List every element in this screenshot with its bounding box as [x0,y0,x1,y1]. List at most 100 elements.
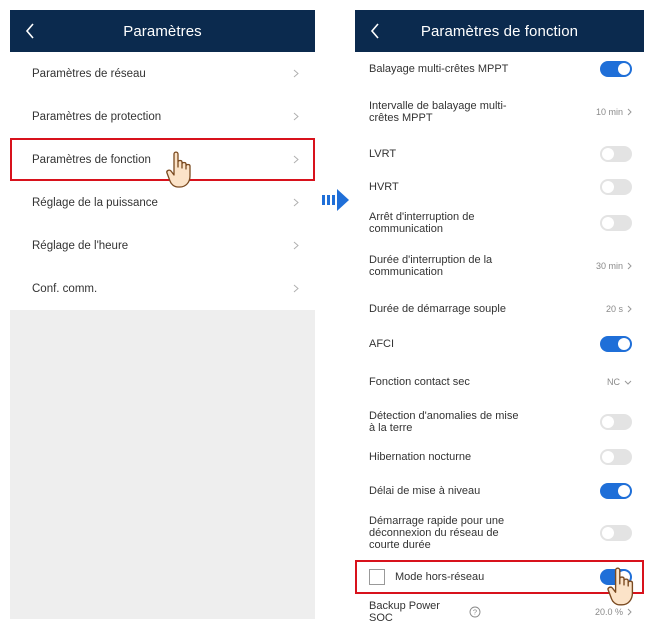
comm-duration-text: 30 min [595,261,623,271]
toggle-knob [602,181,614,193]
chevron-right-icon [291,198,301,208]
setting-row-ground-fault: Détection d'anomalies de mise à la terre [355,404,644,440]
upgrade-delay-toggle[interactable] [600,483,632,499]
menu-item-protection[interactable]: Paramètres de protection [10,95,315,138]
toggle-knob [618,485,630,497]
backup-soc-value[interactable]: 20.0 % [595,606,632,618]
dry-contact-text: NC [607,377,620,387]
back-button[interactable] [20,19,40,43]
right-arrow-icon [322,189,349,211]
menu-item-label: Paramètres de protection [32,110,162,123]
dry-contact-dropdown[interactable]: NC [607,376,632,388]
setting-row-upgrade-delay: Délai de mise à niveau [355,476,644,506]
menu-item-label: Réglage de l'heure [32,239,129,252]
mppt-scan-toggle[interactable] [600,61,632,77]
chevron-right-icon [627,108,632,116]
toggle-knob [618,571,630,583]
menu-item-label: Paramètres de fonction [32,153,151,166]
chevron-right-icon [291,284,301,294]
comm-duration-value[interactable]: 30 min [596,260,632,272]
off-grid-toggle[interactable] [600,569,632,585]
setting-row-afci: AFCI [355,330,644,358]
fast-restart-toggle[interactable] [600,525,632,541]
settings-titlebar: Paramètres [10,10,315,52]
setting-label: Durée de démarrage souple [369,303,506,315]
setting-label: LVRT [369,148,397,160]
setting-label: Backup Power SOC [369,600,440,624]
menu-item-time[interactable]: Réglage de l'heure [10,224,315,267]
back-button[interactable] [365,19,385,43]
chevron-right-icon [291,155,301,165]
toggle-knob [602,527,614,539]
afci-toggle[interactable] [600,336,632,352]
chevron-right-icon [291,112,301,122]
function-settings-screen: Paramètres de fonction Balayage multi-cr… [355,10,644,629]
setting-label: Durée d'interruption de la communication [369,254,493,278]
toggle-knob [618,338,630,350]
setting-row-night-hibernation: Hibernation nocturne [355,442,644,472]
menu-item-label: Conf. comm. [32,282,98,295]
svg-text:?: ? [473,608,477,617]
menu-item-power[interactable]: Réglage de la puissance [10,181,315,224]
chevron-left-icon [370,23,379,39]
chevron-right-icon [627,262,632,270]
scan-interval-text: 10 min [595,107,623,117]
setting-row-hvrt: HVRT [355,172,644,202]
page-title: Paramètres [123,22,202,40]
scan-interval-value[interactable]: 10 min [596,106,632,118]
night-hibernation-toggle[interactable] [600,449,632,465]
soft-start-value[interactable]: 20 s [606,303,632,315]
lvrt-toggle[interactable] [600,146,632,162]
setting-row-lvrt: LVRT [355,138,644,170]
toggle-knob [602,148,614,160]
setting-label: Détection d'anomalies de mise à la terre [369,410,519,434]
setting-row-comm-stop: Arrêt d'interruption de communication [355,206,644,240]
menu-item-function[interactable]: Paramètres de fonction [10,138,315,181]
menu-item-label: Réglage de la puissance [32,196,158,209]
comm-stop-toggle[interactable] [600,215,632,231]
backup-soc-text: 20.0 % [594,607,623,617]
off-grid-label-group: Mode hors-réseau [369,569,484,585]
toggle-knob [602,416,614,428]
settings-menu: Paramètres de réseau Paramètres de prote… [10,52,315,310]
setting-row-mppt-scan: Balayage multi-crêtes MPPT [355,54,644,84]
setting-row-scan-interval: Intervalle de balayage multi-crêtes MPPT… [355,88,644,136]
menu-item-comm[interactable]: Conf. comm. [10,267,315,310]
setting-row-comm-duration: Durée d'interruption de la communication… [355,242,644,290]
off-grid-checkbox[interactable] [369,569,385,585]
setting-row-backup-soc: Backup Power SOC ? 20.0 % [355,596,644,628]
setting-row-off-grid: Mode hors-réseau [355,560,644,594]
menu-item-network[interactable]: Paramètres de réseau [10,52,315,95]
question-circle-icon[interactable]: ? [469,606,481,618]
setting-label: Fonction contact sec [369,376,470,388]
soft-start-text: 20 s [605,304,623,314]
function-titlebar: Paramètres de fonction [355,10,644,52]
setting-row-dry-contact: Fonction contact sec NC [355,364,644,400]
setting-label: Délai de mise à niveau [369,485,481,497]
setting-label: Démarrage rapide pour une déconnexion du… [369,515,505,551]
menu-item-label: Paramètres de réseau [32,67,146,80]
setting-label: Intervalle de balayage multi-crêtes MPPT [369,100,507,124]
toggle-knob [602,217,614,229]
chevron-left-icon [25,23,34,39]
empty-area [10,310,315,619]
chevron-right-icon [627,305,632,313]
setting-label: Balayage multi-crêtes MPPT [369,63,509,75]
setting-label: HVRT [369,181,399,193]
setting-label: Hibernation nocturne [369,451,472,463]
page-title: Paramètres de fonction [420,22,579,40]
setting-label: AFCI [369,338,395,350]
setting-label: Mode hors-réseau [395,571,485,583]
toggle-knob [602,451,614,463]
setting-row-fast-restart: Démarrage rapide pour une déconnexion du… [355,508,644,558]
setting-row-soft-start: Durée de démarrage souple 20 s [355,292,644,326]
chevron-down-icon [624,380,632,385]
chevron-right-icon [291,241,301,251]
settings-screen: Paramètres Paramètres de réseau Paramètr… [10,10,315,619]
ground-fault-toggle[interactable] [600,414,632,430]
chevron-right-icon [627,608,632,616]
toggle-knob [618,63,630,75]
backup-soc-label-group: Backup Power SOC ? [369,600,481,624]
hvrt-toggle[interactable] [600,179,632,195]
chevron-right-icon [291,69,301,79]
